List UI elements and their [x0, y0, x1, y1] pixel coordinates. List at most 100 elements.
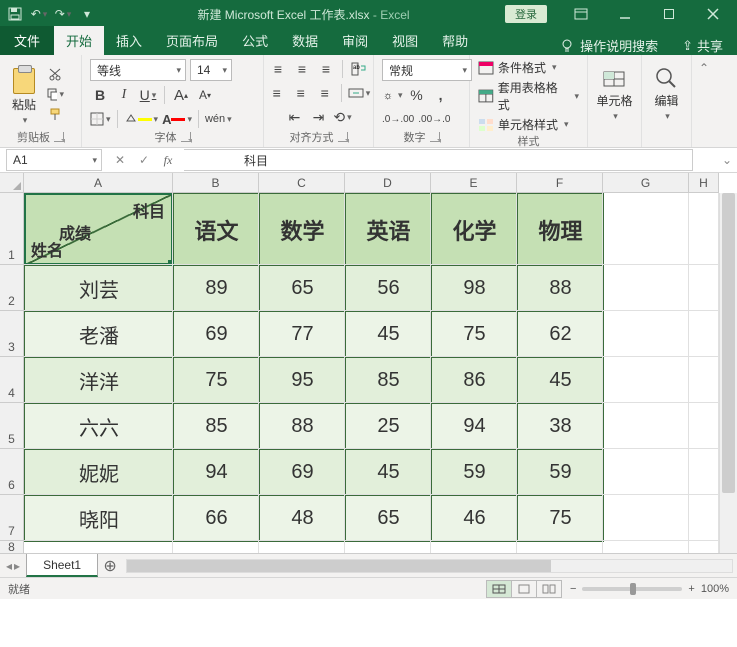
fx-icon[interactable]: fx — [156, 149, 180, 171]
row-header[interactable]: 2 — [0, 265, 23, 311]
wrap-text-button[interactable]: ab — [349, 59, 369, 79]
tab-home[interactable]: 开始 — [54, 26, 104, 55]
decrease-indent-icon[interactable]: ⇤ — [285, 107, 305, 127]
merge-center-button[interactable]: ▾ — [348, 83, 371, 103]
score-cell[interactable]: 45 — [346, 312, 432, 358]
name-cell[interactable]: 妮妮 — [25, 450, 174, 496]
tab-help[interactable]: 帮助 — [430, 26, 480, 55]
maximize-icon[interactable] — [647, 0, 691, 28]
score-cell[interactable]: 69 — [260, 450, 346, 496]
name-cell[interactable]: 刘芸 — [25, 266, 174, 312]
formula-input[interactable]: 科目 — [184, 149, 693, 171]
editing-menu[interactable]: 编辑▾ — [654, 66, 678, 122]
score-cell[interactable]: 45 — [518, 358, 604, 404]
score-cell[interactable]: 88 — [518, 266, 604, 312]
undo-icon[interactable]: ↶▾ — [30, 5, 48, 23]
sheet-tab[interactable]: Sheet1 — [26, 554, 98, 577]
subject-header[interactable]: 数学 — [260, 194, 346, 266]
name-cell[interactable]: 晓阳 — [25, 496, 174, 542]
close-icon[interactable] — [691, 0, 735, 28]
worksheet[interactable]: ABCDEFGH 12345678 科目成绩姓名语文数学英语化学物理刘芸8965… — [0, 173, 737, 553]
col-header[interactable]: D — [345, 173, 431, 192]
score-cell[interactable]: 65 — [260, 266, 346, 312]
format-as-table-button[interactable]: 套用表格格式▾ — [478, 79, 579, 113]
collapse-ribbon-icon[interactable]: ⌃ — [692, 55, 716, 147]
tab-file[interactable]: 文件 — [0, 26, 54, 55]
minimize-icon[interactable] — [603, 0, 647, 28]
decrease-font-icon[interactable]: A▾ — [195, 85, 215, 105]
col-header[interactable]: H — [689, 173, 719, 192]
cells-menu[interactable]: 单元格▾ — [596, 66, 632, 122]
tab-formulas[interactable]: 公式 — [230, 26, 280, 55]
align-right-icon[interactable]: ≡ — [315, 83, 335, 103]
tell-me-search[interactable]: 操作说明搜索 — [550, 36, 668, 55]
score-cell[interactable]: 65 — [346, 496, 432, 542]
score-cell[interactable]: 89 — [174, 266, 260, 312]
score-cell[interactable]: 59 — [518, 450, 604, 496]
save-icon[interactable] — [6, 5, 24, 23]
normal-view-icon[interactable] — [486, 580, 512, 598]
paste-button[interactable]: 粘贴▾ — [8, 62, 40, 126]
score-cell[interactable]: 66 — [174, 496, 260, 542]
row-header[interactable]: 3 — [0, 311, 23, 357]
zoom-slider[interactable] — [582, 587, 682, 591]
score-cell[interactable]: 25 — [346, 404, 432, 450]
header-diagonal-cell[interactable]: 科目成绩姓名 — [25, 194, 174, 266]
dialog-launcher-icon[interactable] — [338, 132, 348, 142]
cut-icon[interactable] — [46, 66, 64, 82]
comma-button[interactable]: , — [431, 85, 451, 105]
score-cell[interactable]: 48 — [260, 496, 346, 542]
name-box[interactable]: A1▾ — [6, 149, 102, 171]
score-cell[interactable]: 95 — [260, 358, 346, 404]
row-header[interactable]: 7 — [0, 495, 23, 541]
expand-formula-bar-icon[interactable]: ⌄ — [717, 153, 737, 167]
score-cell[interactable]: 85 — [346, 358, 432, 404]
subject-header[interactable]: 化学 — [432, 194, 518, 266]
row-header[interactable]: 5 — [0, 403, 23, 449]
name-cell[interactable]: 六六 — [25, 404, 174, 450]
bold-button[interactable]: B — [90, 85, 110, 105]
tab-scroll-right-icon[interactable]: ▸ — [14, 559, 20, 573]
score-cell[interactable]: 85 — [174, 404, 260, 450]
font-name-combo[interactable]: 等线▾ — [90, 59, 186, 81]
score-cell[interactable]: 75 — [518, 496, 604, 542]
qat-customize-icon[interactable]: ▾ — [78, 5, 96, 23]
score-cell[interactable]: 69 — [174, 312, 260, 358]
horizontal-scrollbar[interactable] — [126, 559, 733, 573]
score-cell[interactable]: 98 — [432, 266, 518, 312]
phonetic-button[interactable]: wén▾ — [205, 109, 232, 129]
row-header[interactable]: 6 — [0, 449, 23, 495]
dialog-launcher-icon[interactable] — [181, 132, 191, 142]
score-cell[interactable]: 75 — [432, 312, 518, 358]
decrease-decimal-icon[interactable]: .00→.0 — [418, 109, 450, 129]
enter-icon[interactable]: ✓ — [132, 149, 156, 171]
col-header[interactable]: F — [517, 173, 603, 192]
col-header[interactable]: B — [173, 173, 259, 192]
tab-scroll-left-icon[interactable]: ◂ — [6, 559, 12, 573]
ribbon-options-icon[interactable] — [559, 0, 603, 28]
tab-data[interactable]: 数据 — [280, 26, 330, 55]
row-header[interactable]: 8 — [0, 541, 23, 553]
score-cell[interactable]: 56 — [346, 266, 432, 312]
zoom-out-button[interactable]: − — [570, 583, 576, 595]
col-header[interactable]: G — [603, 173, 689, 192]
fill-color-button[interactable]: ▾ — [124, 109, 159, 129]
subject-header[interactable]: 物理 — [518, 194, 604, 266]
font-color-button[interactable]: A▾ — [162, 109, 192, 129]
zoom-level[interactable]: 100% — [701, 583, 729, 595]
page-break-view-icon[interactable] — [536, 580, 562, 598]
select-all-corner[interactable] — [0, 173, 24, 193]
new-sheet-button[interactable]: ⊕ — [98, 556, 122, 576]
align-center-icon[interactable]: ≡ — [291, 83, 311, 103]
col-header[interactable]: E — [431, 173, 517, 192]
align-left-icon[interactable]: ≡ — [267, 83, 287, 103]
italic-button[interactable]: I — [114, 85, 134, 105]
align-bottom-icon[interactable]: ≡ — [316, 59, 336, 79]
tab-review[interactable]: 审阅 — [330, 26, 380, 55]
score-cell[interactable]: 46 — [432, 496, 518, 542]
number-format-combo[interactable]: 常规▾ — [382, 59, 472, 81]
vertical-scrollbar[interactable] — [719, 193, 737, 553]
zoom-in-button[interactable]: + — [688, 583, 694, 595]
tab-view[interactable]: 视图 — [380, 26, 430, 55]
cell-styles-button[interactable]: 单元格样式▾ — [478, 116, 569, 133]
